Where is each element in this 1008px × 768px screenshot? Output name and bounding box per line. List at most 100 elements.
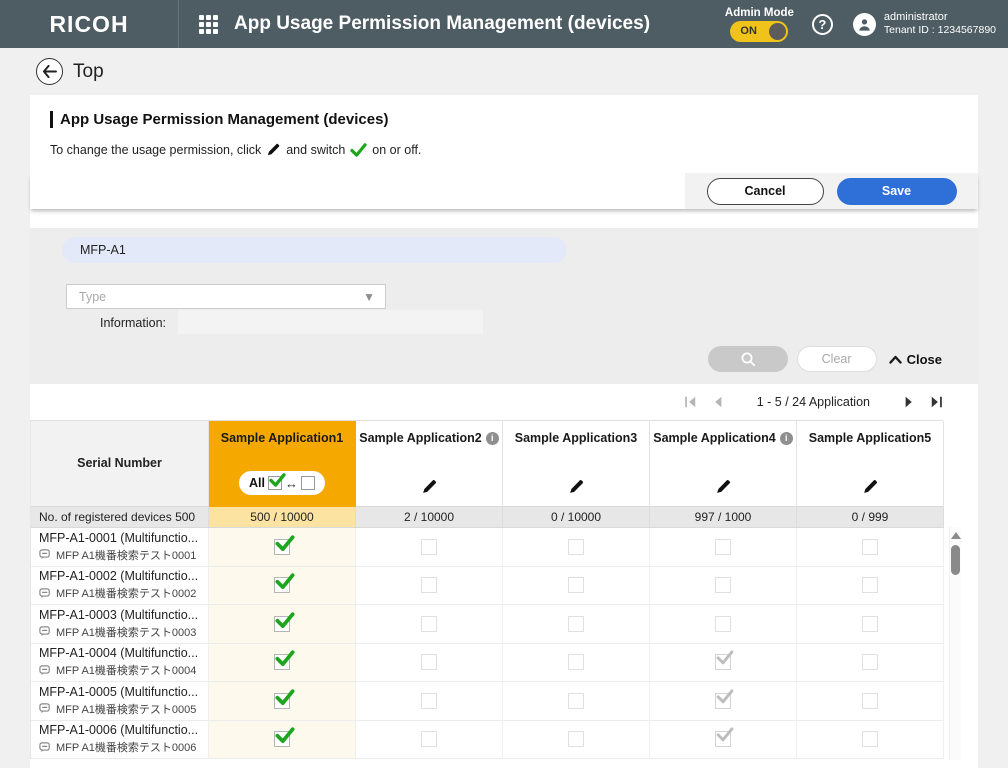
close-search-toggle[interactable]: Close (889, 352, 942, 367)
save-button[interactable]: Save (837, 178, 957, 205)
instruction-middle: and switch (286, 143, 345, 157)
scrollbar-thumb[interactable] (951, 545, 960, 575)
all-label: All (249, 476, 265, 490)
serial-cell: MFP-A1-0002 (Multifunctio... MFP A1機番検索テ… (31, 567, 209, 606)
device-note-icon (39, 626, 51, 637)
apps-grid-icon[interactable] (199, 15, 218, 34)
instruction-suffix: on or off. (372, 143, 421, 157)
edit-pencil-icon[interactable] (862, 478, 879, 495)
app-header: RICOH App Usage Permission Management (d… (0, 0, 1008, 48)
app-count-cell: 997 / 1000 (650, 507, 797, 528)
keyword-input[interactable] (62, 237, 567, 263)
permission-checkbox[interactable] (862, 693, 878, 709)
admin-mode-label: Admin Mode (725, 7, 794, 19)
permission-checkbox[interactable] (862, 577, 878, 593)
select-all-toggle[interactable]: All ↔ (239, 471, 325, 495)
permission-checkbox[interactable] (715, 539, 731, 555)
back-label[interactable]: Top (73, 61, 104, 83)
next-page-button[interactable] (904, 395, 916, 409)
permission-checkbox[interactable] (568, 539, 584, 555)
permission-checkbox[interactable] (568, 577, 584, 593)
permission-checkbox[interactable] (421, 693, 437, 709)
admin-mode-toggle[interactable]: ON (730, 21, 788, 42)
type-select[interactable]: Type ▼ (66, 284, 386, 309)
prev-page-button[interactable] (711, 395, 723, 409)
permission-checkbox[interactable] (715, 577, 731, 593)
permission-cell (356, 644, 503, 683)
device-note-icon (39, 742, 51, 753)
permission-checkbox[interactable] (715, 654, 731, 670)
permission-cell (209, 644, 356, 683)
permission-checkbox[interactable] (862, 616, 878, 632)
permission-cell (503, 605, 650, 644)
app-name-label: Sample Application5 (809, 431, 931, 445)
clear-button[interactable]: Clear (797, 346, 877, 372)
edit-pencil-icon[interactable] (568, 478, 585, 495)
permission-cell (356, 682, 503, 721)
table-scrollbar[interactable] (949, 527, 961, 760)
serial-header-label: Serial Number (77, 456, 162, 470)
app-name-label: Sample Application2i (359, 431, 498, 445)
permission-checkbox[interactable] (715, 693, 731, 709)
device-note: MFP A1機番検索テスト0003 (39, 624, 196, 640)
permission-checkbox[interactable] (421, 577, 437, 593)
permission-checkbox[interactable] (274, 654, 290, 670)
edit-pencil-icon[interactable] (421, 478, 438, 495)
green-check-icon (350, 143, 367, 157)
permission-cell (797, 528, 944, 567)
permission-checkbox[interactable] (715, 731, 731, 747)
cancel-button[interactable]: Cancel (707, 178, 824, 205)
info-circle-icon[interactable]: i (780, 432, 793, 445)
user-block[interactable]: administrator Tenant ID : 1234567890 (853, 11, 996, 38)
permission-checkbox[interactable] (715, 616, 731, 632)
last-page-button[interactable] (930, 395, 944, 409)
device-note: MFP A1機番検索テスト0001 (39, 547, 196, 563)
action-strip: Cancel Save (30, 173, 978, 209)
permission-cell (797, 567, 944, 606)
permission-checkbox[interactable] (421, 539, 437, 555)
permission-checkbox[interactable] (568, 654, 584, 670)
help-icon[interactable]: ? (812, 14, 833, 35)
permission-checkbox[interactable] (421, 654, 437, 670)
permission-checkbox[interactable] (274, 539, 290, 555)
pencil-icon (266, 142, 281, 157)
permission-checkbox[interactable] (274, 577, 290, 593)
permission-checkbox[interactable] (274, 731, 290, 747)
permission-cell (650, 682, 797, 721)
permission-checkbox[interactable] (862, 731, 878, 747)
back-button[interactable] (36, 58, 63, 85)
serial-cell: MFP-A1-0001 (Multifunctio... MFP A1機番検索テ… (31, 528, 209, 567)
device-serial-label: MFP-A1-0002 (Multifunctio... (39, 569, 198, 583)
permission-cell (209, 567, 356, 606)
page-title: App Usage Permission Management (devices… (50, 111, 978, 128)
permission-cell (650, 567, 797, 606)
permission-checkbox[interactable] (274, 693, 290, 709)
tenant-id: Tenant ID : 1234567890 (884, 24, 996, 37)
app-count-cell: 500 / 10000 (209, 507, 356, 528)
permission-cell (503, 644, 650, 683)
scroll-up-icon[interactable] (951, 532, 961, 539)
edit-pencil-icon[interactable] (715, 478, 732, 495)
device-note: MFP A1機番検索テスト0002 (39, 585, 196, 601)
search-button[interactable] (708, 346, 788, 372)
perm-table: Serial NumberSample Application1All ↔Sam… (30, 420, 943, 759)
permission-checkbox[interactable] (421, 616, 437, 632)
permission-checkbox[interactable] (862, 654, 878, 670)
first-page-button[interactable] (683, 395, 697, 409)
close-label: Close (907, 352, 942, 367)
permission-cell (209, 721, 356, 760)
permission-checkbox[interactable] (274, 616, 290, 632)
permission-checkbox[interactable] (568, 693, 584, 709)
permission-checkbox[interactable] (568, 731, 584, 747)
device-serial-label: MFP-A1-0006 (Multifunctio... (39, 723, 198, 737)
type-placeholder: Type (79, 290, 106, 304)
permission-cell (797, 721, 944, 760)
app-count-cell: 0 / 10000 (503, 507, 650, 528)
permission-checkbox[interactable] (862, 539, 878, 555)
content-card: App Usage Permission Management (devices… (30, 95, 978, 768)
device-serial-label: MFP-A1-0005 (Multifunctio... (39, 685, 198, 699)
permission-checkbox[interactable] (421, 731, 437, 747)
info-circle-icon[interactable]: i (486, 432, 499, 445)
chevron-down-icon: ▼ (363, 290, 375, 304)
permission-checkbox[interactable] (568, 616, 584, 632)
